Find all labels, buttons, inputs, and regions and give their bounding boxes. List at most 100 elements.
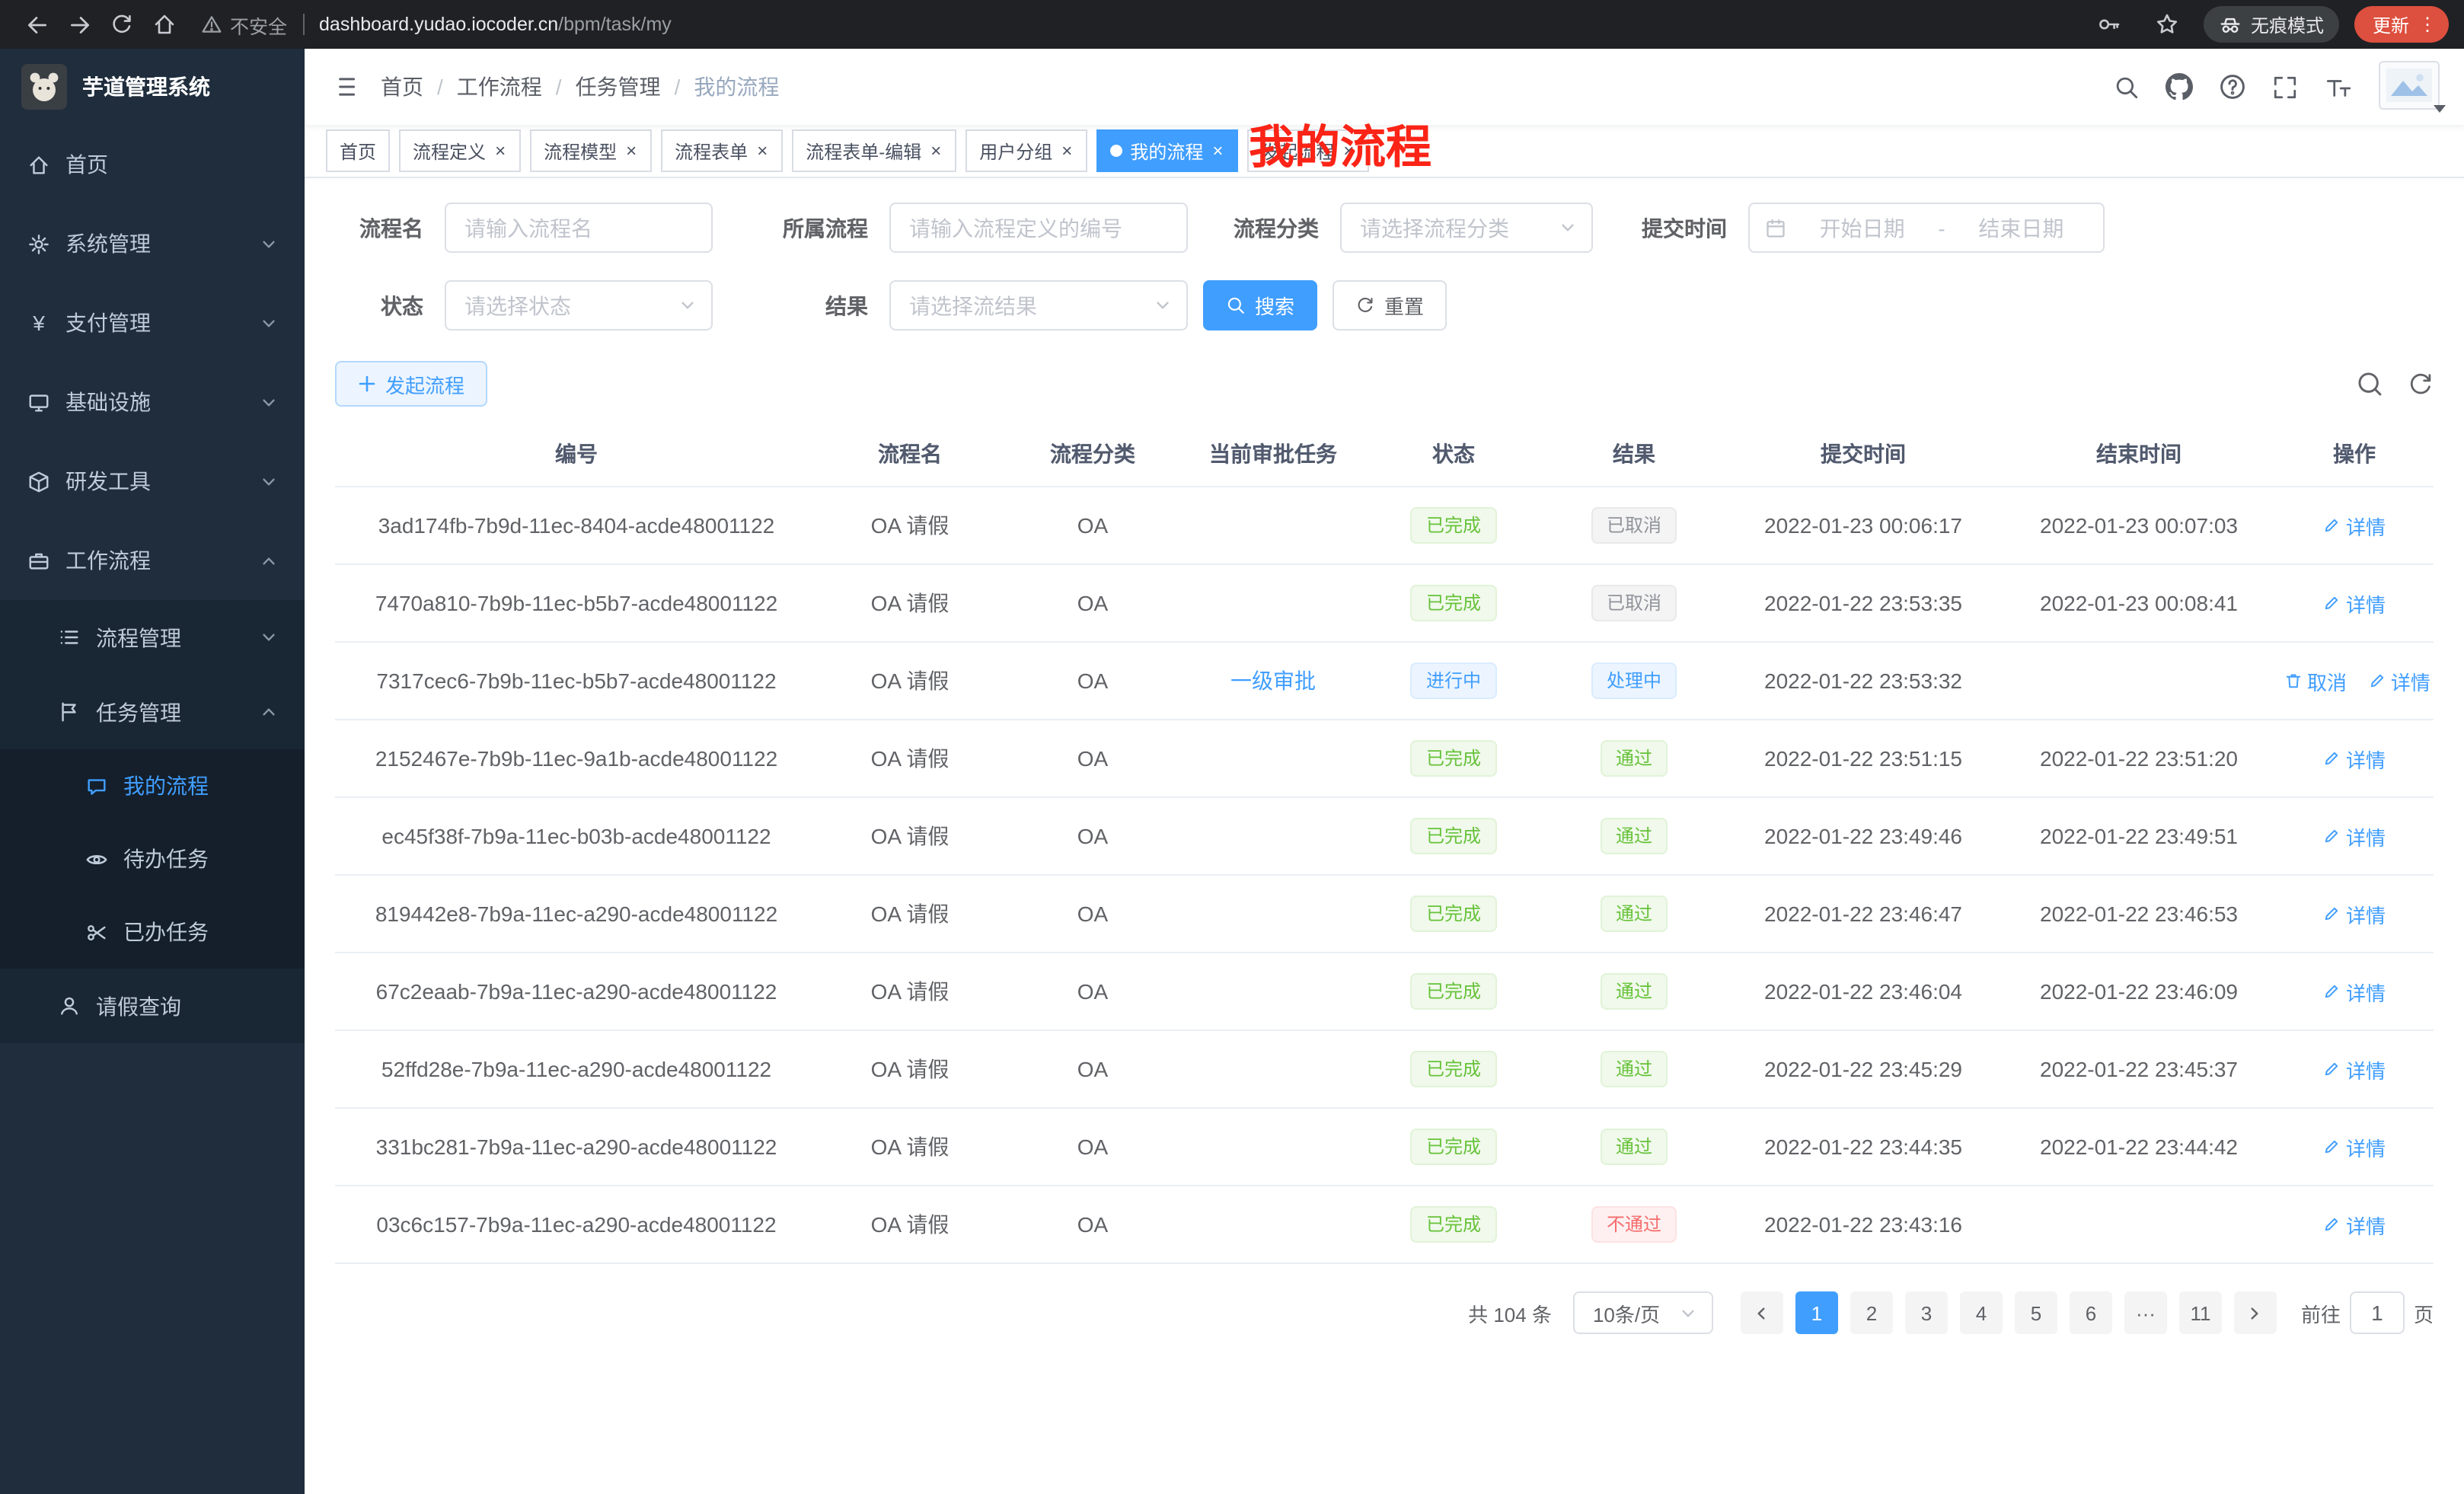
github-icon[interactable] — [2166, 73, 2193, 101]
cancel-link[interactable]: 取消 — [2284, 666, 2347, 695]
detail-link[interactable]: 详情 — [2323, 511, 2386, 540]
status-select[interactable]: 请选择状态 — [445, 280, 713, 330]
sidebar-item-devtools[interactable]: 研发工具 — [0, 442, 305, 521]
font-size-icon[interactable] — [2324, 74, 2353, 100]
owning-process-input[interactable] — [889, 203, 1188, 253]
tag-tab[interactable]: 用户分组 × — [965, 129, 1087, 172]
page-button[interactable]: ··· — [2124, 1291, 2167, 1334]
close-icon[interactable]: × — [1060, 142, 1074, 160]
address-bar[interactable]: 不安全 dashboard.yudao.iocoder.cn/bpm/task/… — [201, 5, 2073, 44]
sidebar-item-workflow[interactable]: 工作流程 — [0, 521, 305, 600]
sidebar-item-infrastructure[interactable]: 基础设施 — [0, 362, 305, 442]
cell-current-task: 一级审批 — [1183, 642, 1363, 720]
user-menu[interactable] — [2379, 61, 2443, 113]
result-select[interactable]: 请选择流结果 — [889, 280, 1188, 330]
browser-reload-button[interactable] — [101, 3, 143, 46]
page-button[interactable]: 2 — [1850, 1291, 1893, 1334]
result-tag: 处理中 — [1591, 662, 1677, 699]
sidebar-item-my-process[interactable]: 我的流程 — [0, 749, 305, 822]
next-page-button[interactable] — [2234, 1291, 2277, 1334]
sidebar-item-system[interactable]: 系统管理 — [0, 204, 305, 283]
page-button[interactable]: 11 — [2179, 1291, 2222, 1334]
close-icon[interactable]: × — [493, 142, 507, 160]
cell-result: 通过 — [1544, 1030, 1724, 1108]
page-button[interactable]: 5 — [2015, 1291, 2057, 1334]
cell-current-task — [1183, 953, 1363, 1030]
detail-link[interactable]: 详情 — [2323, 589, 2386, 618]
search-button[interactable]: 搜索 — [1203, 280, 1317, 330]
sidebar-item-leave-query[interactable]: 请假查询 — [0, 969, 305, 1043]
sidebar-item-done-tasks[interactable]: 已办任务 — [0, 895, 305, 969]
prev-page-button[interactable] — [1741, 1291, 1783, 1334]
process-name-input[interactable] — [445, 203, 713, 253]
tag-tab[interactable]: 首页 × — [326, 129, 390, 172]
page-button[interactable]: 6 — [2070, 1291, 2112, 1334]
incognito-label: 无痕模式 — [2251, 11, 2324, 37]
breadcrumb-link[interactable]: 任务管理 — [576, 72, 661, 102]
bookmark-star-icon[interactable] — [2146, 3, 2188, 46]
page-button[interactable]: 3 — [1905, 1291, 1948, 1334]
detail-link[interactable]: 详情 — [2323, 1055, 2386, 1084]
tag-tab[interactable]: 我的流程 × — [1096, 129, 1238, 172]
breadcrumb-link[interactable]: 我的流程 — [694, 72, 779, 102]
page-button[interactable]: 1 — [1795, 1291, 1838, 1334]
cell-result: 处理中 — [1544, 642, 1724, 720]
sidebar-item-todo-tasks[interactable]: 待办任务 — [0, 822, 305, 895]
browser-home-button[interactable] — [143, 3, 186, 46]
menu-kebab-icon[interactable]: ⋮ — [2418, 14, 2437, 35]
eye-icon — [85, 848, 108, 870]
detail-link[interactable]: 详情 — [2368, 666, 2430, 695]
breadcrumb-link[interactable]: 首页 — [381, 72, 423, 102]
browser-back-button[interactable] — [15, 3, 58, 46]
tag-tab[interactable]: 流程模型 × — [530, 129, 652, 172]
detail-link[interactable]: 详情 — [2323, 1210, 2386, 1239]
current-task-link[interactable]: 一级审批 — [1230, 669, 1316, 693]
detail-link[interactable]: 详情 — [2323, 1132, 2386, 1161]
close-icon[interactable]: × — [1342, 142, 1355, 160]
tag-tab[interactable]: 流程定义 × — [399, 129, 521, 172]
tab-label: 用户分组 — [979, 138, 1052, 164]
fullscreen-icon[interactable] — [2272, 74, 2298, 100]
breadcrumb-link[interactable]: 工作流程 — [457, 72, 542, 102]
cell-id: 2152467e-7b9b-11ec-9a1b-acde48001122 — [335, 720, 818, 797]
cell-id: ec45f38f-7b9a-11ec-b03b-acde48001122 — [335, 797, 818, 875]
monitor-icon — [27, 391, 50, 413]
page-button[interactable]: 4 — [1960, 1291, 2003, 1334]
page-size-select[interactable]: 10条/页 — [1573, 1291, 1713, 1334]
detail-link[interactable]: 详情 — [2323, 744, 2386, 773]
close-icon[interactable]: × — [1211, 142, 1224, 160]
cell-category: OA — [1002, 953, 1183, 1030]
sidebar-item-process-management[interactable]: 流程管理 — [0, 600, 305, 675]
sidebar-item-task-management[interactable]: 任务管理 — [0, 675, 305, 749]
detail-link[interactable]: 详情 — [2323, 977, 2386, 1006]
browser-forward-button[interactable] — [58, 3, 101, 46]
detail-link[interactable]: 详情 — [2323, 822, 2386, 851]
password-key-icon[interactable] — [2088, 3, 2130, 46]
refresh-table-icon[interactable] — [2408, 371, 2434, 397]
toggle-search-icon[interactable] — [2356, 370, 2383, 397]
breadcrumb-item: 首页 — [381, 72, 423, 102]
close-icon[interactable]: × — [624, 142, 638, 160]
goto-page-input[interactable] — [2350, 1291, 2405, 1334]
flag-icon — [58, 701, 81, 723]
detail-link[interactable]: 详情 — [2323, 899, 2386, 928]
close-icon[interactable]: × — [929, 142, 943, 160]
tag-tab[interactable]: 流程表单 × — [661, 129, 783, 172]
tag-tab[interactable]: 发起流程 × — [1247, 129, 1369, 172]
category-select[interactable]: 请选择流程分类 — [1340, 203, 1593, 253]
close-icon[interactable]: × — [755, 142, 769, 160]
reset-button[interactable]: 重置 — [1333, 280, 1447, 330]
update-button[interactable]: 更新 ⋮ — [2354, 6, 2449, 43]
goto-label: 前往 — [2301, 1298, 2341, 1327]
start-process-button[interactable]: 发起流程 — [335, 361, 487, 407]
security-status[interactable]: 不安全 — [201, 10, 287, 39]
sidebar-item-home[interactable]: 首页 — [0, 125, 305, 204]
edit-icon — [2323, 827, 2341, 845]
sidebar-toggle-button[interactable] — [305, 73, 381, 101]
header-search-icon[interactable] — [2114, 74, 2140, 100]
tag-tab[interactable]: 流程表单-编辑 × — [792, 129, 956, 172]
cell-end-time: 2022-01-22 23:51:20 — [2003, 720, 2275, 797]
help-icon[interactable] — [2219, 73, 2246, 101]
submit-time-range[interactable]: 开始日期 - 结束日期 — [1748, 203, 2105, 253]
sidebar-item-payment[interactable]: ¥ 支付管理 — [0, 283, 305, 362]
